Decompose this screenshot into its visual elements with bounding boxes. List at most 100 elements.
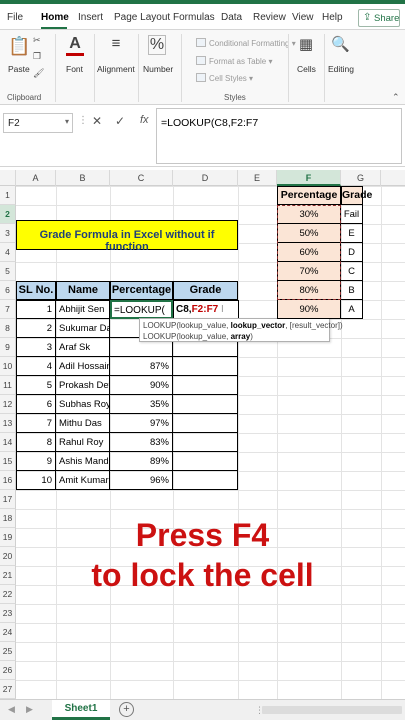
lookup-cell-grade[interactable]: Fail xyxy=(341,205,363,224)
row-header[interactable]: 8 xyxy=(0,319,16,338)
cell-name[interactable]: Subhas Roy xyxy=(56,395,110,414)
font-icon[interactable]: A xyxy=(66,35,84,56)
row-header[interactable]: 11 xyxy=(0,376,16,395)
column-header-b[interactable]: B xyxy=(56,170,110,186)
cell-grade[interactable] xyxy=(173,357,238,376)
row-header[interactable]: 5 xyxy=(0,262,16,281)
name-box[interactable]: F2 ▾ xyxy=(3,113,73,133)
cell-name[interactable]: Abhijit Sen xyxy=(56,300,110,319)
cell-sl-no[interactable]: 3 xyxy=(16,338,56,357)
conditional-formatting-button[interactable]: Conditional Formatting ▾ xyxy=(196,38,296,48)
sheet-tab-sheet1[interactable]: Sheet1 xyxy=(52,700,110,720)
editing-icon[interactable]: 🔍 xyxy=(331,35,350,53)
cell-name[interactable]: Araf Sk xyxy=(56,338,110,357)
cell-percentage[interactable]: 35% xyxy=(110,395,173,414)
row-header[interactable]: 2 xyxy=(0,205,16,224)
cut-icon[interactable]: ✂ xyxy=(33,35,41,46)
horizontal-scrollbar[interactable] xyxy=(262,706,402,714)
row-header[interactable]: 12 xyxy=(0,395,16,414)
cell-percentage[interactable]: 89% xyxy=(110,452,173,471)
tab-view[interactable]: View xyxy=(292,12,314,23)
row-header[interactable]: 3 xyxy=(0,224,16,243)
row-header[interactable]: 9 xyxy=(0,338,16,357)
select-all-corner[interactable] xyxy=(0,170,16,186)
formula-input[interactable]: =LOOKUP(C8,F2:F7 xyxy=(156,108,402,164)
row-header[interactable]: 7 xyxy=(0,300,16,319)
tab-home[interactable]: Home xyxy=(41,12,69,23)
cells-label[interactable]: Cells xyxy=(297,64,316,74)
column-header-e[interactable]: E xyxy=(238,170,277,186)
add-sheet-button[interactable]: + xyxy=(119,702,134,717)
cell-sl-no[interactable]: 1 xyxy=(16,300,56,319)
enter-icon[interactable]: ✓ xyxy=(115,114,125,128)
cell-sl-no[interactable]: 5 xyxy=(16,376,56,395)
font-label[interactable]: Font xyxy=(66,64,83,74)
cell-percentage[interactable]: 97% xyxy=(110,414,173,433)
cell-name[interactable]: Rahul Roy xyxy=(56,433,110,452)
cancel-icon[interactable]: ✕ xyxy=(92,114,102,128)
scroll-left-icon[interactable]: ◀ xyxy=(8,704,15,715)
share-button[interactable]: ⇪ Share xyxy=(358,9,400,27)
ribbon-collapse-icon[interactable]: ⌃ xyxy=(392,92,400,103)
cell-percentage[interactable]: 90% xyxy=(110,376,173,395)
cell-sl-no[interactable]: 7 xyxy=(16,414,56,433)
row-header[interactable]: 6 xyxy=(0,281,16,300)
scroll-right-icon[interactable]: ▶ xyxy=(26,704,33,715)
copy-icon[interactable]: ❐ xyxy=(33,51,41,62)
column-header-a[interactable]: A xyxy=(16,170,56,186)
row-header[interactable]: 23 xyxy=(0,604,16,623)
cell-grade[interactable] xyxy=(173,452,238,471)
header-grade[interactable]: Grade xyxy=(173,281,238,300)
cell-grade[interactable] xyxy=(173,376,238,395)
title-banner[interactable]: Grade Formula in Excel without if functi… xyxy=(16,220,238,253)
active-cell-editor[interactable]: =LOOKUP( xyxy=(110,300,173,319)
cell-name[interactable]: Amit Kumar xyxy=(56,471,110,490)
paste-icon[interactable]: 📋 xyxy=(8,36,30,57)
tab-file[interactable]: File xyxy=(7,12,23,23)
column-header-g[interactable]: G xyxy=(341,170,381,186)
alignment-icon[interactable]: ≡ xyxy=(106,35,126,52)
cell-sl-no[interactable]: 2 xyxy=(16,319,56,338)
tab-help[interactable]: Help xyxy=(322,12,343,23)
lookup-header-grade[interactable]: Grade xyxy=(341,186,372,205)
chevron-down-icon[interactable]: ▾ xyxy=(65,117,69,126)
column-header-c[interactable]: C xyxy=(110,170,173,186)
lookup-cell-grade[interactable]: C xyxy=(341,262,363,281)
header-name[interactable]: Name xyxy=(56,281,110,300)
cell-grade[interactable] xyxy=(173,414,238,433)
cell-percentage[interactable]: 96% xyxy=(110,471,173,490)
header-percentage[interactable]: Percentage xyxy=(110,281,173,300)
row-header[interactable]: 25 xyxy=(0,642,16,661)
tooltip-line-2[interactable]: LOOKUP(lookup_value, array) xyxy=(143,331,326,342)
lookup-header-percentage[interactable]: Percentage xyxy=(277,186,341,205)
cells-icon[interactable]: ▦ xyxy=(297,35,315,53)
cell-sl-no[interactable]: 6 xyxy=(16,395,56,414)
tab-insert[interactable]: Insert xyxy=(78,12,103,23)
format-as-table-button[interactable]: Format as Table ▾ xyxy=(196,56,272,66)
lookup-cell-grade[interactable]: D xyxy=(341,243,363,262)
cell-percentage[interactable]: 87% xyxy=(110,357,173,376)
cell-name[interactable]: Adil Hossain xyxy=(56,357,110,376)
cell-grade[interactable] xyxy=(173,433,238,452)
lookup-cell-percentage[interactable]: 90% xyxy=(277,300,341,319)
header-sl-no[interactable]: SL No. xyxy=(16,281,56,300)
row-header[interactable]: 24 xyxy=(0,623,16,642)
cell-name[interactable]: Ashis Mandal xyxy=(56,452,110,471)
format-painter-icon[interactable]: 🖌 xyxy=(33,68,44,79)
lookup-cell-grade[interactable]: A xyxy=(341,300,363,319)
row-header[interactable]: 17 xyxy=(0,490,16,509)
cell-sl-no[interactable]: 8 xyxy=(16,433,56,452)
cell-styles-button[interactable]: Cell Styles ▾ xyxy=(196,73,253,83)
cell-grade[interactable] xyxy=(173,471,238,490)
row-header[interactable]: 16 xyxy=(0,471,16,490)
column-header-d[interactable]: D xyxy=(173,170,238,186)
lookup-cell-grade[interactable]: B xyxy=(341,281,363,300)
row-header[interactable]: 27 xyxy=(0,680,16,699)
column-header-f[interactable]: F xyxy=(277,170,341,186)
cell-sl-no[interactable]: 4 xyxy=(16,357,56,376)
row-header[interactable]: 13 xyxy=(0,414,16,433)
editing-label[interactable]: Editing xyxy=(328,64,354,74)
row-header[interactable]: 4 xyxy=(0,243,16,262)
cell-name[interactable]: Mithu Das xyxy=(56,414,110,433)
row-header[interactable]: 14 xyxy=(0,433,16,452)
